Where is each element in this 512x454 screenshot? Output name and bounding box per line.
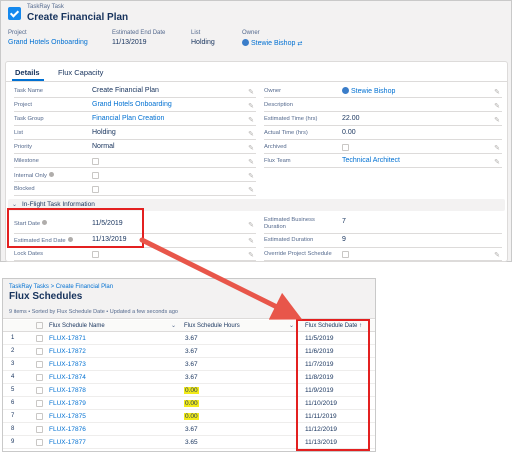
field-actual-time: Actual Time (hrs) 0.00 bbox=[264, 128, 502, 140]
edit-pencil-icon[interactable]: ✎ bbox=[248, 221, 254, 229]
list-header: TaskRay Tasks > Create Financial Plan Fl… bbox=[3, 279, 375, 319]
edit-pencil-icon[interactable]: ✎ bbox=[248, 88, 254, 96]
chevron-down-icon: ⌄ bbox=[12, 202, 18, 208]
row-checkbox[interactable] bbox=[36, 413, 43, 420]
chevron-down-icon[interactable]: ⌄ bbox=[289, 322, 294, 329]
edit-pencil-icon[interactable]: ✎ bbox=[494, 158, 500, 166]
breadcrumb[interactable]: TaskRay Tasks > Create Financial Plan bbox=[9, 284, 113, 290]
avatar bbox=[242, 39, 249, 46]
field-lock-dates: Lock Dates ✎ bbox=[14, 251, 256, 261]
project-link[interactable]: Grand Hotels Onboarding bbox=[8, 39, 88, 46]
highlight-owner: Owner Stewie Bishop ⇄ bbox=[242, 30, 303, 47]
edit-pencil-icon[interactable]: ✎ bbox=[494, 102, 500, 110]
blocked-checkbox[interactable] bbox=[92, 186, 99, 193]
edit-pencil-icon[interactable]: ✎ bbox=[248, 158, 254, 166]
list-title: Flux Schedules bbox=[9, 291, 83, 302]
tab-bar: Details Flux Capacity bbox=[6, 62, 507, 82]
field-project: Project Grand Hotels Onboarding ✎ bbox=[14, 101, 256, 112]
tab-flux-capacity[interactable]: Flux Capacity bbox=[58, 68, 103, 77]
active-tab-indicator bbox=[12, 79, 44, 81]
edit-pencil-icon[interactable]: ✎ bbox=[494, 88, 500, 96]
field-owner: Owner Stewie Bishop ✎ bbox=[264, 87, 502, 98]
highlighted-hours: 0.00 bbox=[184, 400, 199, 407]
edit-pencil-icon[interactable]: ✎ bbox=[248, 172, 254, 180]
row-checkbox[interactable] bbox=[36, 400, 43, 407]
avatar bbox=[342, 87, 349, 94]
edit-pencil-icon[interactable]: ✎ bbox=[248, 102, 254, 110]
field-flux-team: Flux Team Technical Architect ✎ bbox=[264, 157, 502, 168]
column-name[interactable]: Flux Schedule Name bbox=[49, 323, 105, 329]
record-title: Create Financial Plan bbox=[27, 12, 129, 23]
field-estimated-business-duration: Estimated Business Duration 7 bbox=[264, 216, 502, 234]
annotation-highlight-box-dates bbox=[7, 208, 144, 248]
select-all-checkbox[interactable] bbox=[36, 322, 43, 329]
field-task-group: Task Group Financial Plan Creation ✎ bbox=[14, 115, 256, 126]
edit-pencil-icon[interactable]: ✎ bbox=[248, 116, 254, 124]
internal-only-checkbox[interactable] bbox=[92, 172, 99, 179]
milestone-checkbox[interactable] bbox=[92, 158, 99, 165]
lock-dates-checkbox[interactable] bbox=[92, 251, 99, 258]
highlight-end-date: Estimated End Date 11/13/2019 bbox=[112, 30, 166, 46]
edit-pencil-icon[interactable]: ✎ bbox=[494, 144, 500, 152]
row-checkbox[interactable] bbox=[36, 426, 43, 433]
edit-pencil-icon[interactable]: ✎ bbox=[248, 130, 254, 138]
highlighted-hours: 0.00 bbox=[184, 413, 199, 420]
field-list: List Holding ✎ bbox=[14, 129, 256, 140]
info-icon[interactable] bbox=[48, 172, 54, 177]
field-task-name: Task Name Create Financial Plan ✎ bbox=[14, 87, 256, 98]
edit-pencil-icon[interactable]: ✎ bbox=[248, 251, 254, 259]
row-checkbox[interactable] bbox=[36, 439, 43, 446]
edit-pencil-icon[interactable]: ✎ bbox=[248, 237, 254, 245]
record-header: TaskRay Task Create Financial Plan bbox=[1, 1, 511, 26]
field-archived: Archived ✎ bbox=[264, 144, 502, 154]
highlighted-hours: 0.00 bbox=[184, 387, 199, 394]
edit-pencil-icon[interactable]: ✎ bbox=[248, 186, 254, 194]
row-checkbox[interactable] bbox=[36, 335, 43, 342]
column-hours[interactable]: Flux Schedule Hours bbox=[184, 323, 240, 329]
list-meta: 9 items • Sorted by Flux Schedule Date •… bbox=[9, 309, 178, 315]
change-owner-icon[interactable]: ⇄ bbox=[297, 40, 303, 47]
tab-details[interactable]: Details bbox=[15, 68, 40, 77]
object-type-label: TaskRay Task bbox=[27, 4, 64, 10]
annotation-highlight-box-schedule-dates bbox=[296, 319, 370, 451]
edit-pencil-icon[interactable]: ✎ bbox=[494, 251, 500, 259]
field-estimated-duration: Estimated Duration 9 bbox=[264, 234, 502, 248]
field-blocked: Blocked ✎ bbox=[14, 186, 256, 196]
edit-pencil-icon[interactable]: ✎ bbox=[494, 116, 500, 124]
override-schedule-checkbox[interactable] bbox=[342, 251, 349, 258]
field-milestone: Milestone ✎ bbox=[14, 158, 256, 168]
chevron-down-icon[interactable]: ⌄ bbox=[171, 322, 176, 329]
highlight-list: List Holding bbox=[191, 30, 215, 46]
row-checkbox[interactable] bbox=[36, 374, 43, 381]
edit-pencil-icon[interactable]: ✎ bbox=[248, 144, 254, 152]
field-priority: Priority Normal ✎ bbox=[14, 143, 256, 154]
owner-link[interactable]: Stewie Bishop bbox=[251, 40, 295, 47]
field-description: Description ✎ bbox=[264, 102, 502, 112]
field-estimated-time: Estimated Time (hrs) 22.00 ✎ bbox=[264, 115, 502, 126]
field-override-project-schedule: Override Project Schedule ✎ bbox=[264, 251, 502, 261]
row-checkbox[interactable] bbox=[36, 361, 43, 368]
row-checkbox[interactable] bbox=[36, 387, 43, 394]
archived-checkbox[interactable] bbox=[342, 144, 349, 151]
highlight-project: Project Grand Hotels Onboarding bbox=[8, 30, 88, 46]
task-app-icon bbox=[8, 7, 21, 20]
field-internal-only: Internal Only ✎ bbox=[14, 170, 256, 182]
row-checkbox[interactable] bbox=[36, 348, 43, 355]
